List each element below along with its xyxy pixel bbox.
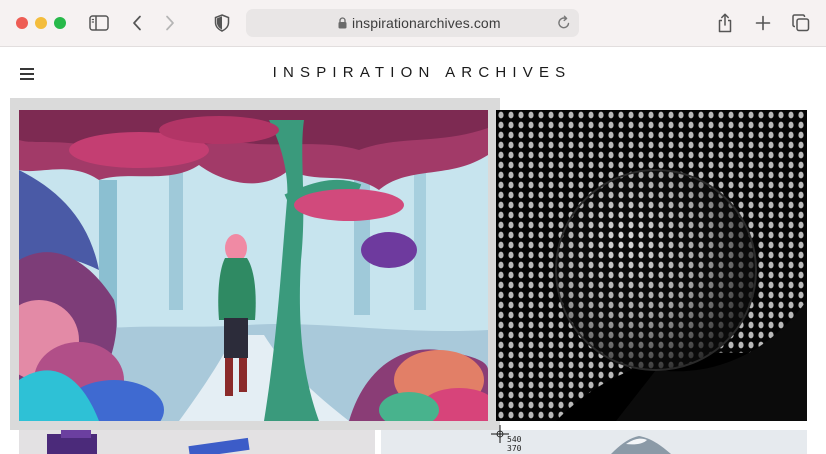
shield-icon[interactable] bbox=[211, 12, 233, 34]
site-title[interactable]: INSPIRATION ARCHIVES bbox=[0, 64, 826, 81]
mountain-photo-image[interactable] bbox=[381, 430, 807, 454]
forest-illustration-image[interactable] bbox=[19, 110, 488, 421]
purple-shapes-image[interactable] bbox=[19, 430, 375, 454]
chevron-right-icon[interactable] bbox=[159, 12, 181, 34]
tab-overview-icon[interactable] bbox=[790, 12, 812, 34]
share-icon[interactable] bbox=[714, 12, 736, 34]
plus-icon[interactable] bbox=[752, 12, 774, 34]
halftone-sphere-image[interactable] bbox=[496, 110, 807, 421]
reload-icon[interactable] bbox=[557, 15, 571, 30]
close-window-button[interactable] bbox=[16, 17, 28, 29]
address-bar[interactable]: inspirationarchives.com bbox=[246, 9, 579, 37]
sidebar-icon[interactable] bbox=[88, 12, 110, 34]
lock-icon bbox=[338, 17, 347, 29]
chevron-left-icon[interactable] bbox=[126, 12, 148, 34]
url-text: inspirationarchives.com bbox=[352, 15, 501, 31]
minimize-window-button[interactable] bbox=[35, 17, 47, 29]
cursor-x-readout: 540 bbox=[507, 435, 522, 444]
browser-toolbar: inspirationarchives.com bbox=[0, 0, 826, 47]
zoom-window-button[interactable] bbox=[54, 17, 66, 29]
cursor-y-readout: 370 bbox=[507, 444, 522, 453]
